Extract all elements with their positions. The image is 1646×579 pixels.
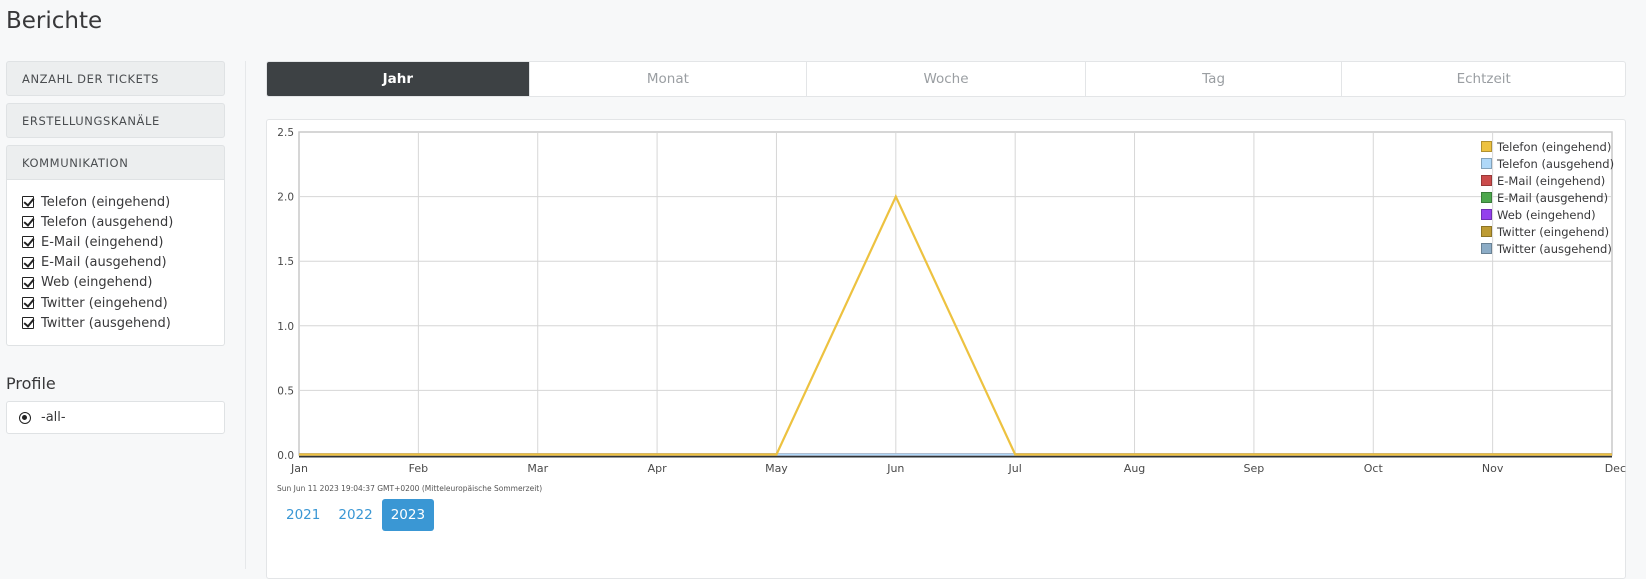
legend-item: E-Mail (ausgehend) [1481,189,1614,206]
legend-label: Web (eingehend) [1497,207,1596,222]
legend-swatch [1481,175,1492,186]
x-tick-label: Oct [1364,462,1384,475]
line-chart: 0.0 0.5 1.0 1.5 2.0 2.5 Jan Feb Mar Apr May Jun Jul… [277,127,1626,475]
legend-label: Telefon (ausgehend) [1497,156,1615,171]
y-tick-label: 2.0 [277,192,294,204]
x-tick-label: Aug [1124,462,1145,475]
x-tick-label: Mar [527,462,548,475]
legend-swatch [1481,192,1492,203]
legend-swatch [1481,209,1492,220]
x-tick-label: Feb [409,462,428,475]
x-tick-label: Apr [648,462,668,475]
y-tick-label: 2.5 [277,127,294,139]
legend-label: Twitter (ausgehend) [1497,241,1612,256]
legend-label: E-Mail (ausgehend) [1497,190,1609,205]
x-tick-label: Jan [290,462,308,475]
legend-item: Web (eingehend) [1481,206,1614,223]
x-tick-label: Nov [1482,462,1504,475]
plot-area [298,131,1613,456]
x-tick-label: Jul [1008,462,1022,475]
year-2021-button[interactable]: 2021 [277,499,329,531]
year-selector: 2021 2022 2023 [277,499,435,531]
x-tick-label: Sep [1244,462,1265,475]
legend-swatch [1481,243,1492,254]
legend-swatch [1481,141,1492,152]
legend-item: Twitter (ausgehend) [1481,240,1614,257]
y-tick-label: 1.0 [277,321,294,333]
legend-swatch [1481,226,1492,237]
x-tick-label: Jun [886,462,904,475]
legend-label: Twitter (eingehend) [1497,224,1610,239]
y-tick-label: 1.5 [277,256,294,268]
legend-item: E-Mail (eingehend) [1481,172,1614,189]
legend-label: Telefon (eingehend) [1497,139,1612,154]
chart-timestamp: Sun Jun 11 2023 19:04:37 GMT+0200 (Mitte… [277,484,543,493]
chart-legend: Telefon (eingehend) Telefon (ausgehend) E-… [1481,138,1614,257]
legend-swatch [1481,158,1492,169]
y-tick-label: 0.5 [277,385,294,397]
year-2022-button[interactable]: 2022 [329,499,381,531]
legend-item: Telefon (ausgehend) [1481,155,1614,172]
legend-item: Twitter (eingehend) [1481,223,1614,240]
y-tick-label: 0.0 [277,450,294,462]
legend-item: Telefon (eingehend) [1481,138,1614,155]
x-tick-label: May [765,462,788,475]
legend-label: E-Mail (eingehend) [1497,173,1606,188]
x-tick-label: Dec [1605,462,1626,475]
year-2023-button[interactable]: 2023 [381,499,435,531]
